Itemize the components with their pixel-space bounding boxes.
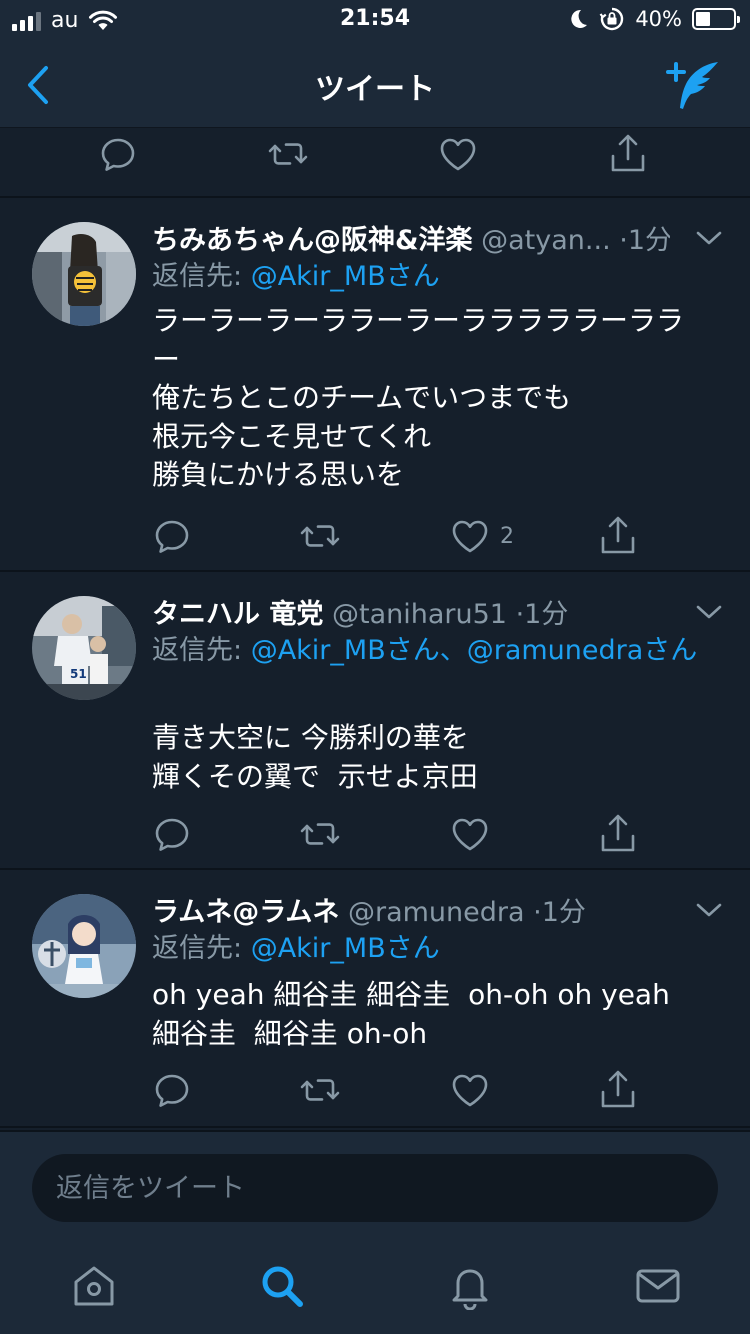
tweet-header: ラムネ@ラムネ @ramunedra ·1分 [152, 890, 670, 929]
like-button[interactable] [448, 812, 500, 856]
battery-icon [692, 8, 740, 30]
retweet-icon[interactable] [266, 132, 310, 176]
like-button[interactable] [448, 1068, 500, 1112]
reply-input[interactable] [32, 1154, 718, 1222]
reply-icon[interactable] [150, 812, 194, 856]
reply-to-label: 返信先: [152, 261, 251, 292]
reply-to-label: 返信先: [152, 933, 251, 964]
tweet-reply-1[interactable]: ちみあちゃん@阪神&洋楽 @atyan... ·1分 返信先: @Akir_MB… [0, 198, 750, 572]
avatar[interactable] [32, 894, 136, 998]
rotation-lock-icon [599, 7, 624, 31]
like-button[interactable]: 2 [448, 514, 514, 558]
tweet-time: ·1分 [515, 599, 569, 630]
tweet-header: ちみあちゃん@阪神&洋楽 @atyan... ·1分 [152, 218, 670, 257]
messages-icon[interactable] [634, 1262, 682, 1310]
tweet-time: ·1分 [533, 897, 586, 928]
reply-to-line: 返信先: @Akir_MBさん、@ramunedraさん [152, 630, 710, 672]
reply-icon[interactable] [150, 1068, 194, 1112]
chevron-down-icon[interactable] [696, 230, 722, 246]
chevron-down-icon[interactable] [696, 902, 722, 918]
status-bar: au 21:54 40% [0, 0, 750, 42]
retweet-icon[interactable] [298, 812, 342, 856]
chevron-down-icon[interactable] [696, 604, 722, 620]
reply-to-line: 返信先: @Akir_MBさん [152, 928, 710, 970]
tweet-text: 青き大空に 今勝利の華を 輝くその翼で 示せよ京田 [152, 721, 478, 793]
page-title: ツイート [315, 72, 435, 107]
like-icon [448, 812, 492, 856]
tweet-time: ·1分 [619, 225, 670, 256]
home-icon[interactable] [70, 1262, 118, 1310]
tweet-text: oh yeah 細谷圭 細谷圭 oh-oh oh yeah 細谷圭 細谷圭 oh… [152, 978, 670, 1050]
avatar-image: 51 [32, 596, 136, 700]
retweet-icon[interactable] [298, 1068, 342, 1112]
avatar-image [32, 894, 136, 998]
avatar[interactable]: 51 [32, 596, 136, 700]
display-name[interactable]: ラムネ@ラムネ [152, 897, 339, 928]
battery-fill [696, 12, 710, 26]
tweet-header: タニハル 竜党 @taniharu51 ·1分 [152, 592, 670, 631]
reply-icon[interactable] [96, 132, 140, 176]
tweet-actions [150, 1068, 650, 1112]
avatar[interactable] [32, 222, 136, 326]
reply-to-label: 返信先: [152, 635, 251, 666]
user-handle[interactable]: @atyan... [481, 225, 611, 256]
reply-mention[interactable]: @Akir_MBさん、@ramunedraさん [251, 635, 698, 666]
reply-icon[interactable] [150, 514, 194, 558]
battery-percentage: 40% [635, 7, 682, 31]
reply-composer [0, 1130, 750, 1238]
like-count: 2 [500, 523, 514, 549]
tweet-text: ラーラーラーララーラーラララララーララー 俺たちとこのチームでいつまでも 根元今… [152, 304, 685, 491]
compose-tweet-icon[interactable] [666, 58, 724, 112]
reply-mention[interactable]: @Akir_MBさん [251, 933, 440, 964]
display-name[interactable]: タニハル 竜党 [152, 599, 323, 630]
tweet-actions: 2 [150, 514, 650, 558]
reply-mention[interactable]: @Akir_MBさん [251, 261, 440, 292]
retweet-icon[interactable] [298, 514, 342, 558]
tab-bar [0, 1238, 750, 1334]
avatar-image [32, 222, 136, 326]
status-right: 40% [567, 6, 740, 32]
timeline[interactable]: ちみあちゃん@阪神&洋楽 @atyan... ·1分 返信先: @Akir_MB… [0, 128, 750, 1130]
search-icon[interactable] [258, 1262, 306, 1310]
moon-icon [571, 9, 588, 28]
share-icon[interactable] [596, 1068, 640, 1112]
tweet-reply-2[interactable]: 51 タニハル 竜党 @taniharu51 ·1分 返信先: @Akir_MB… [0, 572, 750, 870]
notifications-icon[interactable] [446, 1262, 494, 1310]
display-name[interactable]: ちみあちゃん@阪神&洋楽 [152, 225, 473, 256]
reply-to-line: 返信先: @Akir_MBさん [152, 256, 710, 298]
share-icon[interactable] [596, 812, 640, 856]
like-icon [448, 514, 492, 558]
share-icon[interactable] [606, 132, 650, 176]
user-handle[interactable]: @ramunedra [348, 897, 525, 928]
svg-text:51: 51 [70, 667, 87, 681]
share-icon[interactable] [596, 514, 640, 558]
navigation-bar: ツイート [0, 42, 750, 128]
like-icon [448, 1068, 492, 1112]
like-icon[interactable] [436, 132, 480, 176]
tweet-reply-3[interactable]: ラムネ@ラムネ @ramunedra ·1分 返信先: @Akir_MBさん o… [0, 870, 750, 1128]
focused-tweet-actions [0, 128, 750, 198]
tweet-actions [150, 812, 650, 856]
user-handle[interactable]: @taniharu51 [332, 599, 507, 630]
